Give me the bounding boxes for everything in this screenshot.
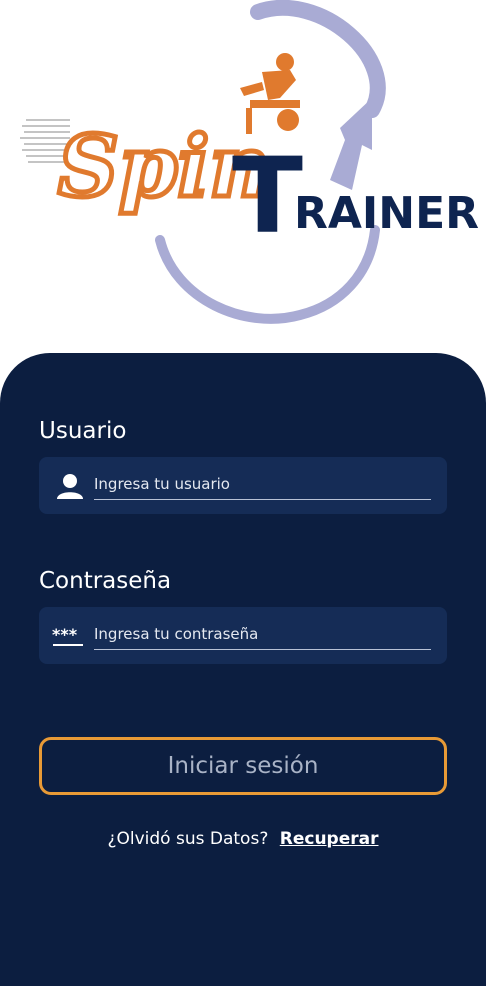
app-logo: Spin T RAINER: [0, 0, 486, 350]
logo-arrow: [330, 98, 372, 190]
user-icon: [57, 474, 83, 499]
recovery-row: ¿Olvidó sus Datos? Recuperar: [0, 829, 486, 849]
username-input[interactable]: [94, 469, 431, 500]
logo-word-trainer: RAINER: [294, 188, 479, 239]
recovery-prompt: ¿Olvidó sus Datos?: [107, 829, 269, 849]
logo-word-trainer-t: T: [232, 135, 303, 257]
username-field[interactable]: [39, 457, 447, 514]
login-button[interactable]: Iniciar sesión: [39, 737, 447, 795]
svg-text:***: ***: [52, 625, 78, 644]
password-icon: ***: [52, 625, 83, 646]
recover-link[interactable]: Recuperar: [280, 829, 379, 849]
password-field[interactable]: ***: [39, 607, 447, 664]
spin-trainer-logo: Spin T RAINER: [20, 0, 479, 324]
password-input[interactable]: [94, 619, 431, 650]
username-label: Usuario: [39, 418, 127, 444]
login-panel: [0, 353, 486, 986]
password-label: Contraseña: [39, 568, 172, 594]
